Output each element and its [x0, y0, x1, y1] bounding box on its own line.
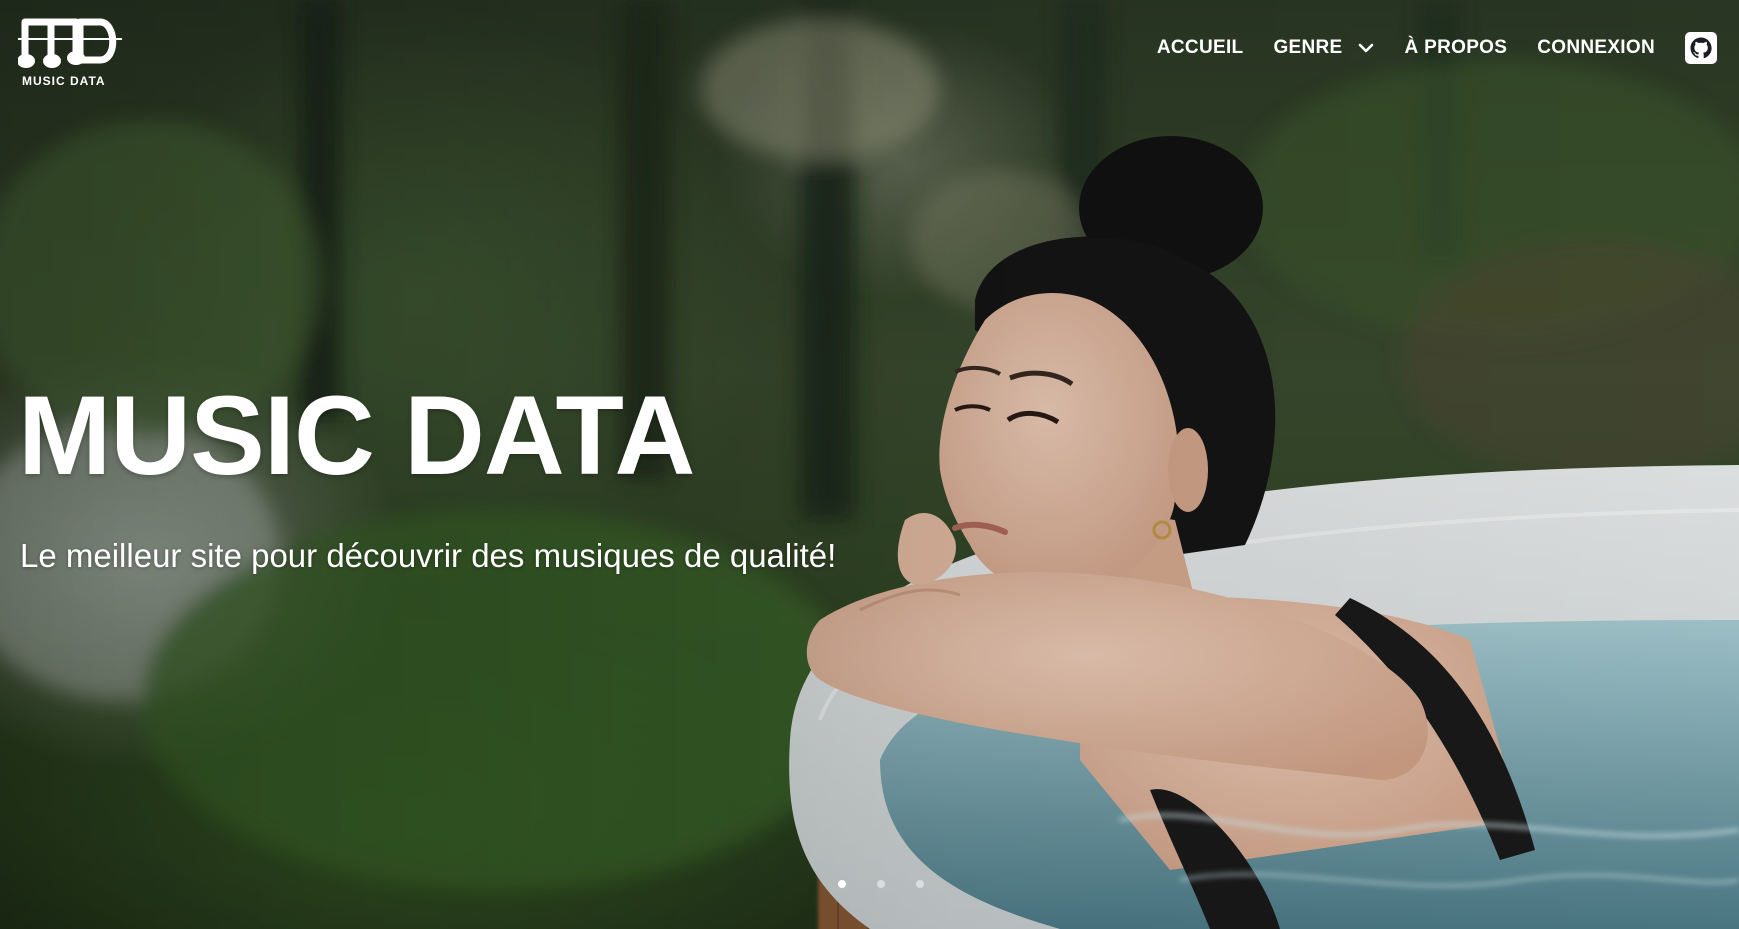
nav-item-genre[interactable]: GENRE	[1273, 37, 1374, 59]
github-link[interactable]	[1685, 32, 1717, 64]
nav-item-label: GENRE	[1273, 37, 1343, 58]
carousel-dot-1[interactable]	[838, 880, 846, 888]
music-note-logo-icon	[18, 18, 122, 68]
carousel-indicators	[838, 880, 955, 888]
hero-subtitle: Le meilleur site pour découvrir des musi…	[20, 537, 837, 574]
nav-item-a-propos[interactable]: À PROPOS	[1405, 37, 1508, 59]
carousel-dot-3[interactable]	[916, 880, 924, 888]
github-icon	[1690, 37, 1712, 59]
nav-item-connexion[interactable]: CONNEXION	[1537, 37, 1655, 59]
nav-item-label: À PROPOS	[1404, 37, 1508, 58]
hero-section: MUSIC DATA ACCUEIL GENRE À PROPOS CONNEX…	[0, 0, 1739, 929]
nav-item-label: CONNEXION	[1537, 37, 1655, 58]
hero-title: MUSIC DATA	[18, 373, 695, 498]
brand-logo-text: MUSIC DATA	[22, 74, 106, 88]
top-navbar: MUSIC DATA ACCUEIL GENRE À PROPOS CONNEX…	[0, 0, 1739, 96]
nav-item-label: ACCUEIL	[1156, 37, 1244, 58]
chevron-down-icon	[1358, 43, 1373, 53]
nav-item-accueil[interactable]: ACCUEIL	[1157, 37, 1244, 59]
main-nav: ACCUEIL GENRE À PROPOS CONNEXION	[1157, 30, 1717, 66]
carousel-dot-2[interactable]	[877, 880, 885, 888]
brand-logo[interactable]: MUSIC DATA	[18, 12, 122, 90]
